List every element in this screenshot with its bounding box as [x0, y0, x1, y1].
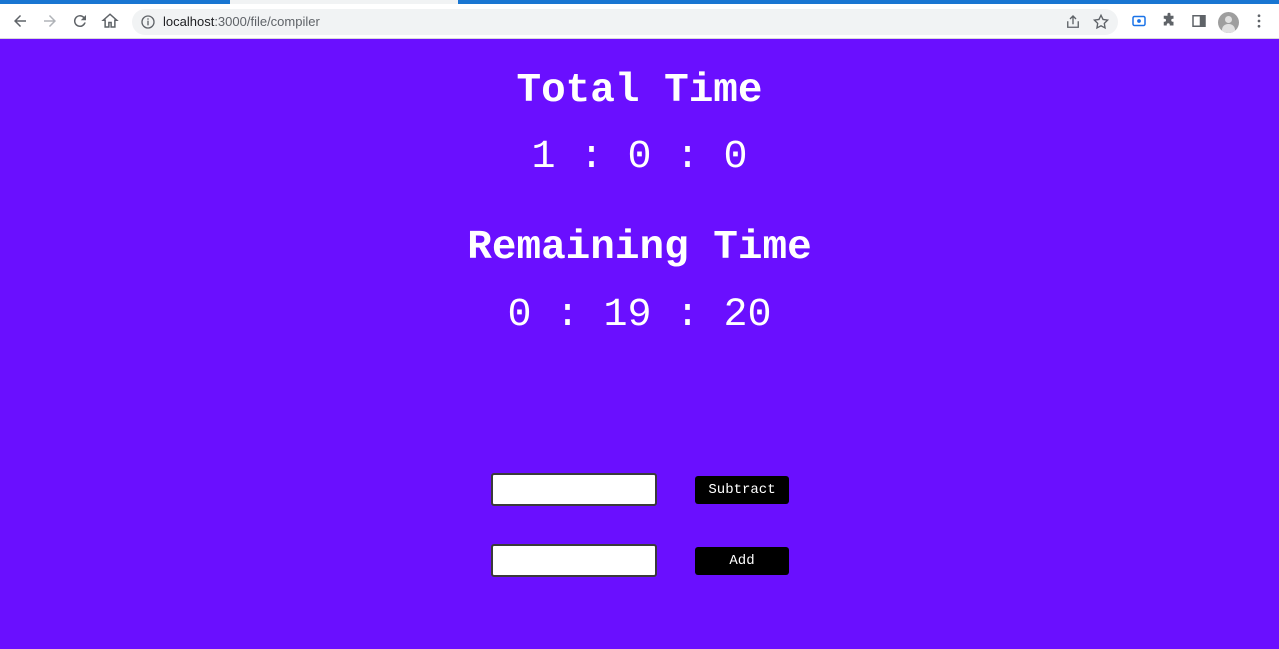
avatar-icon[interactable]	[1218, 12, 1239, 33]
total-time-heading: Total Time	[516, 68, 763, 114]
puzzle-icon[interactable]	[1156, 8, 1182, 34]
total-time-value: 1 : 0 : 0	[531, 135, 748, 180]
url-host: localhost	[163, 14, 215, 29]
add-button[interactable]: Add	[695, 547, 789, 575]
add-input[interactable]	[491, 544, 657, 577]
media-icon[interactable]	[1126, 8, 1152, 34]
home-icon[interactable]	[97, 8, 123, 34]
url-path: :3000/file/compiler	[214, 14, 320, 29]
kebab-menu-icon[interactable]	[1246, 8, 1272, 34]
browser-toolbar: localhost:3000/file/compiler	[0, 4, 1279, 39]
arrow-left-icon[interactable]	[7, 8, 33, 34]
timer-page: Total Time 1 : 0 : 0 Remaining Time 0 : …	[0, 40, 1279, 649]
remaining-time-heading: Remaining Time	[467, 225, 812, 271]
info-icon[interactable]	[140, 14, 156, 30]
subtract-input[interactable]	[491, 473, 657, 506]
url-text[interactable]: localhost:3000/file/compiler	[163, 14, 320, 29]
star-icon[interactable]	[1092, 13, 1110, 31]
address-bar[interactable]: localhost:3000/file/compiler	[132, 9, 1118, 35]
share-icon[interactable]	[1064, 13, 1082, 31]
arrow-right-icon[interactable]	[37, 8, 63, 34]
side-panel-icon[interactable]	[1186, 8, 1212, 34]
reload-icon[interactable]	[67, 8, 93, 34]
subtract-button[interactable]: Subtract	[695, 476, 789, 504]
remaining-time-value: 0 : 19 : 20	[507, 293, 772, 338]
